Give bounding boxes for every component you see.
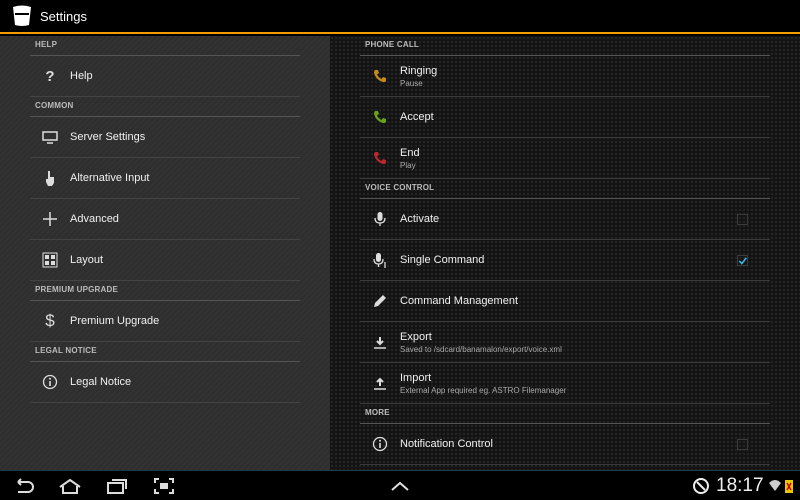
monitor-icon: [30, 129, 70, 145]
plus-icon: [30, 211, 70, 227]
phone-icon: [360, 150, 400, 166]
section-header: PREMIUM UPGRADE: [30, 281, 300, 301]
phone-icon: [360, 68, 400, 84]
screenshot-icon[interactable]: [152, 477, 176, 495]
info-icon: [30, 374, 70, 390]
settings-item-advanced[interactable]: Advanced: [30, 199, 300, 240]
section-header: LEGAL NOTICE: [30, 342, 300, 362]
section-header: VOICE CONTROL: [360, 179, 770, 199]
question-icon: ?: [45, 67, 55, 85]
system-nav-bar: 18:17: [0, 470, 800, 500]
item-label: Export: [400, 330, 432, 343]
item-label: Notification Control: [400, 438, 493, 450]
item-label: Ringing: [400, 64, 438, 77]
recent-apps-icon[interactable]: [105, 477, 129, 495]
settings-item-server-settings[interactable]: Server Settings: [30, 117, 300, 158]
section-header: PHONE CALL: [360, 36, 770, 56]
checkbox[interactable]: [737, 214, 748, 225]
settings-item-activate[interactable]: Activate: [360, 199, 770, 240]
item-summary: Pause: [400, 78, 423, 88]
section-header: MORE: [360, 404, 770, 424]
checkmark-icon: [738, 256, 747, 265]
settings-item-notification-control[interactable]: Notification Control: [360, 424, 770, 465]
microphone-icon: [360, 211, 400, 227]
page-title: Settings: [40, 8, 87, 24]
settings-item-accept[interactable]: Accept: [360, 97, 770, 138]
microphone-one-icon: [360, 252, 400, 268]
upload-icon: [360, 375, 400, 391]
item-label: Advanced: [70, 213, 119, 225]
item-label: End: [400, 146, 420, 159]
item-label: Help: [70, 70, 93, 82]
section-header: HELP: [30, 36, 300, 56]
info-icon: [360, 436, 400, 452]
status-notification-icon: [693, 478, 709, 494]
status-clock: 18:17: [716, 475, 764, 496]
settings-item-premium-upgrade[interactable]: $ Premium Upgrade: [30, 301, 300, 342]
home-icon[interactable]: [58, 477, 82, 495]
pencil-icon: [360, 293, 400, 309]
phone-icon: [360, 109, 400, 125]
settings-item-help[interactable]: ? Help: [30, 56, 300, 97]
dollar-icon: $: [45, 311, 55, 330]
item-label: Layout: [70, 254, 104, 266]
settings-item-layout[interactable]: Layout: [30, 240, 300, 281]
hand-pointer-icon: [30, 170, 70, 186]
item-label: Legal Notice: [70, 376, 132, 388]
expand-up-icon[interactable]: [388, 477, 412, 495]
settings-item-import[interactable]: Import External App required eg. ASTRO F…: [360, 363, 770, 404]
settings-detail-panel: PHONE CALL Ringing Pause Accept End Play…: [330, 36, 800, 470]
checkbox[interactable]: [737, 255, 748, 266]
settings-item-command-management[interactable]: Command Management: [360, 281, 770, 322]
item-label: Activate: [400, 213, 440, 225]
grid-icon: [30, 252, 70, 268]
checkbox[interactable]: [737, 439, 748, 450]
app-logo-icon[interactable]: [12, 5, 32, 27]
back-icon[interactable]: [12, 477, 36, 495]
action-bar: Settings: [0, 0, 800, 34]
settings-item-end[interactable]: End Play: [360, 138, 770, 179]
settings-item-legal-notice[interactable]: Legal Notice: [30, 362, 300, 403]
wifi-icon: [769, 480, 781, 491]
battery-icon: [785, 480, 793, 493]
download-icon: [360, 334, 400, 350]
settings-item-ringing[interactable]: Ringing Pause: [360, 56, 770, 97]
item-summary: Play: [400, 160, 416, 170]
item-label: Server Settings: [70, 131, 146, 143]
settings-item-alternative-input[interactable]: Alternative Input: [30, 158, 300, 199]
item-summary: Saved to /sdcard/banamalon/export/voice.…: [400, 344, 562, 354]
settings-item-export[interactable]: Export Saved to /sdcard/banamalon/export…: [360, 322, 770, 363]
item-label: Single Command: [400, 254, 485, 266]
settings-item-single-command[interactable]: Single Command: [360, 240, 770, 281]
item-label: Command Management: [400, 295, 519, 307]
settings-categories-panel: HELP ? Help COMMON Server Settings Alter…: [0, 36, 330, 470]
item-label: Accept: [400, 111, 434, 123]
item-label: Premium Upgrade: [70, 315, 160, 327]
item-summary: External App required eg. ASTRO Filemana…: [400, 385, 567, 395]
section-header: COMMON: [30, 97, 300, 117]
item-label: Alternative Input: [70, 172, 150, 184]
item-label: Import: [400, 371, 432, 384]
